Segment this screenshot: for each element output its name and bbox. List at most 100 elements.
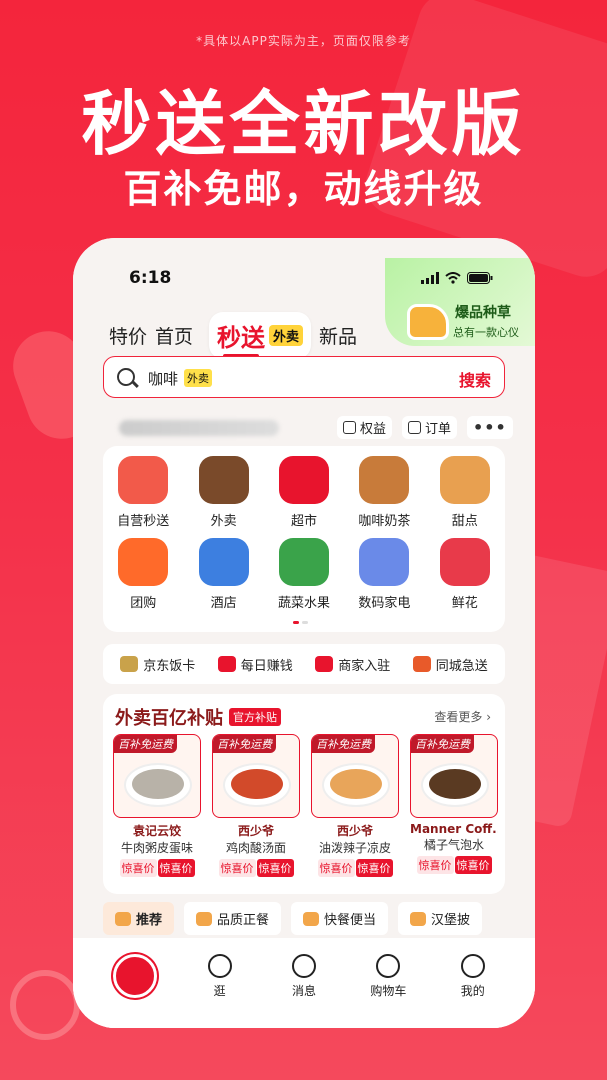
- search-input[interactable]: 咖啡: [148, 368, 178, 389]
- status-icons: [421, 272, 493, 284]
- filter-tab[interactable]: 汉堡披: [398, 902, 483, 935]
- service-item[interactable]: 京东饭卡: [120, 655, 195, 674]
- tab-miaosong[interactable]: 秒送 外卖: [209, 312, 312, 359]
- food-icon: [196, 911, 213, 926]
- service-item[interactable]: 每日赚钱: [217, 655, 293, 674]
- tab-new[interactable]: 新品: [319, 322, 357, 349]
- crown-icon: [343, 421, 356, 434]
- food-icon: [132, 769, 184, 799]
- calendar-icon: [217, 656, 236, 672]
- shop-icon: [315, 656, 334, 672]
- category-label: 外卖: [210, 514, 237, 529]
- category-label: 自营秒送: [117, 514, 170, 529]
- category-item[interactable]: 鲜花: [425, 538, 505, 620]
- tool-row: 权益 订单 •••: [337, 416, 513, 439]
- category-item[interactable]: 超市: [264, 456, 344, 538]
- category-card: 自营秒送 外卖 超市 咖啡奶茶 甜点团购 酒店 蔬菜水果 数码家电 鲜花: [103, 446, 505, 632]
- deal-item[interactable]: 百补免运费 袁记云饺 牛肉粥皮蛋味 惊喜价 惊喜价: [113, 734, 201, 877]
- category-label: 酒店: [210, 596, 237, 611]
- nav-item[interactable]: 消息: [279, 953, 329, 999]
- free-delivery-tag: 百补免运费: [114, 735, 177, 753]
- service-item[interactable]: 同城急送: [412, 655, 488, 674]
- category-item[interactable]: 甜点: [425, 456, 505, 538]
- food-icon: [429, 769, 481, 799]
- deal-badge: 官方补贴: [229, 708, 281, 726]
- wifi-icon: [445, 272, 461, 284]
- dish-name: 牛肉粥皮蛋味: [120, 841, 193, 855]
- disclaimer-note: *具体以APP实际为主，页面仅限参考: [196, 34, 411, 48]
- view-more-link[interactable]: 查看更多 ›: [434, 708, 491, 725]
- deal-item[interactable]: 百补免运费 西少爷 鸡肉酸汤面 惊喜价 惊喜价: [212, 734, 300, 877]
- price-label: 惊喜价: [416, 856, 454, 874]
- background-decoration: [10, 970, 80, 1040]
- user-icon: [460, 953, 485, 978]
- service-label: 京东饭卡: [143, 658, 196, 674]
- tab-miaosong-label: 秒送: [217, 324, 266, 352]
- food-icon: [330, 769, 382, 799]
- more-icon[interactable]: •••: [467, 416, 513, 439]
- food-image: 百补免运费: [311, 734, 399, 818]
- price-row: 惊喜价 惊喜价: [410, 856, 498, 874]
- nav-item[interactable]: 我的: [448, 953, 498, 999]
- subheadline: 百补免邮，动线升级: [123, 167, 484, 211]
- address-blurred[interactable]: [119, 420, 279, 436]
- deal-items: 百补免运费 袁记云饺 牛肉粥皮蛋味 惊喜价 惊喜价 百补免运费 西少爷 鸡肉酸汤面 惊喜价 惊喜价…: [113, 734, 498, 877]
- filter-tab[interactable]: 快餐便当: [291, 902, 389, 935]
- stroll-icon: [207, 953, 232, 978]
- category-label: 鲜花: [451, 596, 478, 611]
- food-icon: [410, 911, 427, 926]
- rose-icon: [439, 538, 490, 586]
- price-label: 惊喜价: [317, 859, 355, 877]
- filter-tabs: 推荐 品质正餐 快餐便当 汉堡披: [103, 902, 535, 935]
- shop-name: Manner Coff...: [410, 822, 498, 836]
- nav-item[interactable]: 逛: [195, 953, 245, 999]
- orders-label: 订单: [425, 422, 452, 437]
- price-label-flash: 惊喜价: [454, 856, 492, 874]
- promo-title: 爆品种草: [455, 305, 511, 321]
- category-item[interactable]: 自营秒送: [103, 456, 183, 538]
- category-item[interactable]: 外卖: [183, 456, 263, 538]
- category-item[interactable]: 咖啡奶茶: [344, 456, 424, 538]
- filter-tab[interactable]: 推荐: [103, 902, 175, 935]
- category-label: 团购: [130, 596, 157, 611]
- search-bar[interactable]: 咖啡 外卖 搜索: [103, 356, 505, 398]
- price-row: 惊喜价 惊喜价: [311, 859, 399, 877]
- deal-item[interactable]: 百补免运费 西少爷 油泼辣子凉皮 惊喜价 惊喜价: [311, 734, 399, 877]
- runner-icon: [412, 656, 431, 672]
- filter-tab[interactable]: 品质正餐: [184, 902, 282, 935]
- search-icon: [117, 368, 135, 386]
- category-item[interactable]: 团购: [103, 538, 183, 620]
- filter-label: 推荐: [136, 913, 163, 928]
- food-icon: [115, 911, 131, 926]
- tab-home[interactable]: 首页: [155, 322, 193, 349]
- category-item[interactable]: 数码家电: [344, 538, 424, 620]
- takeout-bag-icon: [198, 456, 249, 504]
- price-label: 惊喜价: [119, 859, 157, 877]
- category-item[interactable]: 酒店: [183, 538, 263, 620]
- search-tag: 外卖: [184, 369, 212, 387]
- food-icon: [303, 911, 320, 926]
- deal-item[interactable]: 百补免运费 Manner Coff... 橘子气泡水 惊喜价 惊喜价: [410, 734, 498, 877]
- price-label-flash: 惊喜价: [256, 859, 294, 877]
- category-label: 咖啡奶茶: [358, 514, 411, 529]
- free-delivery-tag: 百补免运费: [213, 735, 276, 753]
- service-label: 每日赚钱: [240, 658, 293, 674]
- filter-label: 品质正餐: [217, 913, 270, 928]
- benefits-button[interactable]: 权益: [337, 416, 393, 439]
- shop-name: 西少爷: [237, 824, 274, 838]
- category-label: 超市: [290, 514, 317, 529]
- nav-item[interactable]: [110, 954, 160, 998]
- tab-specials[interactable]: 特价: [109, 322, 147, 349]
- filter-label: 快餐便当: [324, 913, 377, 928]
- meal-card-icon: [120, 656, 139, 672]
- dish-name: 鸡肉酸汤面: [225, 841, 286, 855]
- category-item[interactable]: 蔬菜水果: [264, 538, 344, 620]
- benefits-label: 权益: [360, 422, 387, 437]
- nav-item[interactable]: 购物车: [363, 953, 413, 999]
- jd-home-icon: [113, 954, 158, 998]
- free-delivery-tag: 百补免运费: [411, 735, 474, 753]
- service-item[interactable]: 商家入驻: [315, 655, 390, 674]
- basket-icon: [118, 456, 169, 504]
- orders-button[interactable]: 订单: [402, 416, 458, 439]
- search-button[interactable]: 搜索: [459, 367, 491, 391]
